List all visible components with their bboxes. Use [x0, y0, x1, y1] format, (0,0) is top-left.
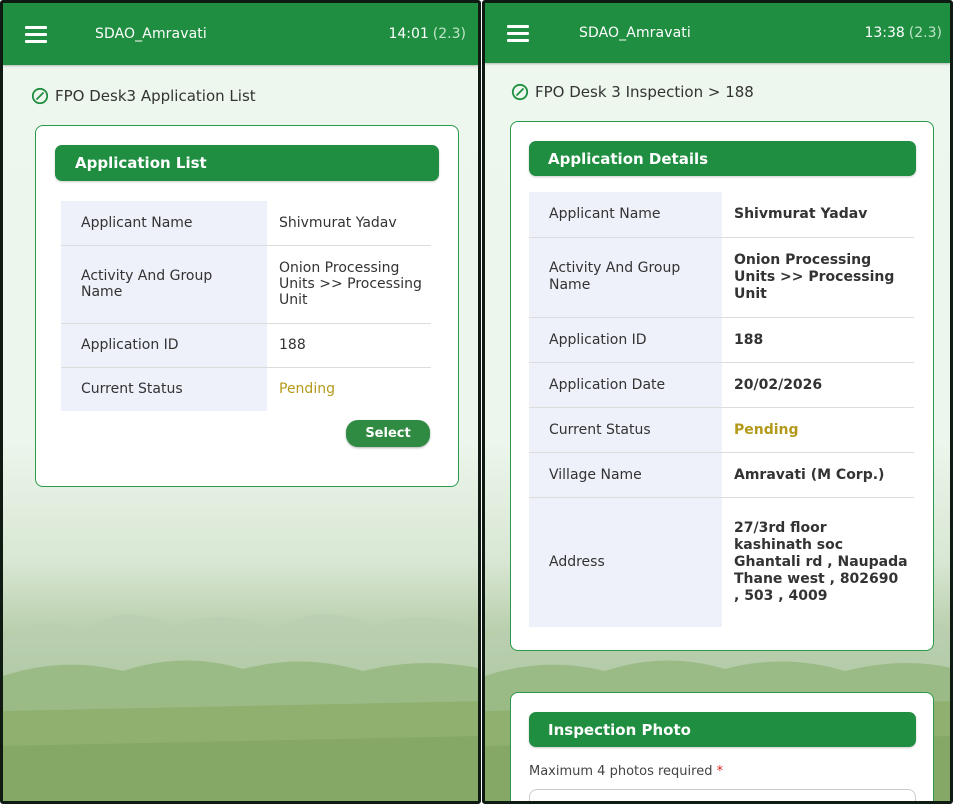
- status-value: Pending: [279, 381, 335, 398]
- application-list-card: Application List Applicant Name Shivmura…: [35, 125, 459, 487]
- row-value: Shivmurat Yadav: [722, 192, 914, 238]
- version-text: (2.3): [908, 25, 942, 41]
- photo-input-field[interactable]: [529, 789, 916, 801]
- page-title: FPO Desk3 Application List: [31, 87, 478, 105]
- version-text: (2.3): [432, 26, 466, 42]
- card-header: Inspection Photo: [529, 712, 916, 747]
- page-title: FPO Desk 3 Inspection > 188: [511, 83, 950, 101]
- page-title-text: FPO Desk3 Application List: [55, 87, 256, 105]
- card-header-title: Application Details: [548, 149, 709, 168]
- row-label: Application ID: [61, 323, 267, 368]
- page-title-text: FPO Desk 3 Inspection > 188: [535, 83, 754, 101]
- table-row: Activity And Group Name Onion Processing…: [61, 245, 431, 324]
- row-label: Current Status: [61, 367, 267, 411]
- rice-field-background: [3, 614, 478, 801]
- user-name: SDAO_Amravati: [579, 25, 691, 41]
- row-label: Applicant Name: [61, 201, 267, 246]
- row-label: Activity And Group Name: [529, 237, 722, 318]
- photo-hint-text: Maximum 4 photos required: [529, 764, 713, 779]
- left-phone-screen: SDAO_Amravati 14:01 (2.3) FPO Desk3 Appli…: [0, 0, 481, 804]
- clock: 13:38 (2.3): [864, 25, 942, 41]
- row-label: Applicant Name: [529, 192, 722, 238]
- status-value: Pending: [722, 407, 914, 453]
- table-row: Applicant Name Shivmurat Yadav: [61, 201, 431, 246]
- table-row: Current Status Pending: [61, 367, 431, 411]
- table-row: Applicant Name Shivmurat Yadav: [529, 192, 914, 238]
- inspection-photo-card: Inspection Photo Maximum 4 photos requir…: [510, 692, 934, 801]
- menu-icon[interactable]: [507, 25, 529, 42]
- clock: 14:01 (2.3): [388, 26, 466, 42]
- gauge-icon: [31, 87, 49, 105]
- table-row: Application ID 188: [529, 317, 914, 363]
- row-label: Address: [529, 497, 722, 627]
- table-row: Application Date 20/02/2026: [529, 362, 914, 408]
- application-details-card: Application Details Applicant Name Shivm…: [510, 121, 934, 651]
- time-text: 14:01: [388, 26, 429, 42]
- details-table: Applicant Name Shivmurat Yadav Activity …: [529, 192, 914, 627]
- application-table: Applicant Name Shivmurat Yadav Activity …: [61, 201, 431, 411]
- right-phone-screen: SDAO_Amravati 13:38 (2.3) FPO Desk 3 Insp…: [482, 0, 953, 804]
- row-label: Current Status: [529, 407, 722, 453]
- table-row: Address 27/3rd floor kashinath soc Ghant…: [529, 497, 914, 627]
- table-row: Village Name Amravati (M Corp.): [529, 452, 914, 498]
- card-header: Application Details: [529, 141, 916, 176]
- card-header: Application List: [55, 145, 439, 181]
- table-row: Application ID 188: [61, 323, 431, 368]
- menu-icon[interactable]: [25, 26, 47, 43]
- table-row: Activity And Group Name Onion Processing…: [529, 237, 914, 318]
- row-label: Application ID: [529, 317, 722, 363]
- card-header-title: Application List: [75, 154, 207, 172]
- row-label: Activity And Group Name: [61, 245, 267, 324]
- photo-requirement-hint: Maximum 4 photos required *: [529, 764, 933, 779]
- row-value: Shivmurat Yadav: [267, 201, 431, 246]
- row-value: Onion Processing Units >> Processing Uni…: [722, 237, 914, 318]
- row-value: Amravati (M Corp.): [722, 452, 914, 498]
- row-label: Application Date: [529, 362, 722, 408]
- card-header-title: Inspection Photo: [548, 720, 691, 739]
- row-value: Onion Processing Units >> Processing Uni…: [267, 245, 431, 324]
- row-value: 20/02/2026: [722, 362, 914, 408]
- app-bar: SDAO_Amravati 14:01 (2.3): [3, 3, 478, 65]
- user-name: SDAO_Amravati: [95, 26, 207, 42]
- select-button[interactable]: Select: [346, 420, 430, 447]
- row-value: 188: [722, 317, 914, 363]
- row-value: 188: [267, 323, 431, 368]
- required-marker: *: [716, 764, 724, 779]
- gauge-icon: [511, 83, 529, 101]
- table-row: Current Status Pending: [529, 407, 914, 453]
- app-bar: SDAO_Amravati 13:38 (2.3): [485, 3, 950, 63]
- row-value: 27/3rd floor kashinath soc Ghantali rd ,…: [734, 519, 908, 604]
- time-text: 13:38: [864, 25, 905, 41]
- row-label: Village Name: [529, 452, 722, 498]
